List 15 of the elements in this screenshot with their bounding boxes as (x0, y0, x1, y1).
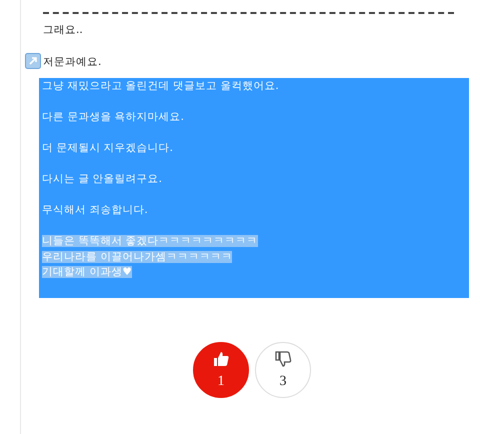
body-text: 저문과예요. (43, 56, 102, 68)
body-text: 다시는 글 안올릴려구요. (42, 173, 162, 185)
body-text: 무식해서 죄송합니다. (42, 204, 148, 216)
like-button[interactable]: 1 (193, 342, 249, 398)
body-text: 그래요.. (43, 24, 83, 36)
thumbs-up-icon (212, 350, 230, 368)
thumbs-down-icon (274, 350, 292, 368)
highlighted-text: 우리나라를 이끌어나가셈ㅋㅋㅋㅋㅋㅋ (42, 250, 232, 262)
dislike-button[interactable]: 3 (255, 342, 311, 398)
body-text: 다른 문과생을 욕하지마세요. (42, 111, 184, 123)
body-text: 더 문제될시 지우겠습니다. (42, 142, 174, 154)
highlighted-text: 니들은 똑똑해서 좋겠다ㅋㅋㅋㅋㅋㅋㅋㅋㅋ (42, 235, 258, 247)
expand-icon[interactable] (25, 53, 41, 69)
body-text: 그냥 재밌으라고 올린건데 댓글보고 울컥했어요. (42, 80, 279, 92)
highlighted-text: 기대할께 이과생♥ (42, 266, 132, 278)
